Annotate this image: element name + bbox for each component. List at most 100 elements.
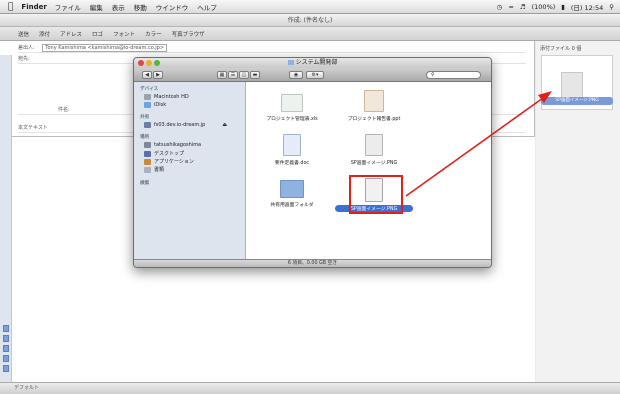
sidebar-header-places: 場所: [140, 135, 150, 140]
spotlight-icon[interactable]: ⚲: [609, 3, 614, 11]
menu-go[interactable]: 移動: [134, 2, 147, 12]
file-name: 要件定義書.doc: [274, 161, 310, 166]
sidebar-item-label: 書類: [154, 167, 165, 173]
list-view-button[interactable]: ☰: [228, 71, 238, 79]
minimize-window-icon[interactable]: [146, 60, 152, 66]
send-button[interactable]: 送信: [18, 30, 29, 38]
battery-status[interactable]: (100%): [532, 3, 556, 11]
subject-label: 件名:: [58, 107, 70, 113]
finder-title-text: システム開発部: [295, 59, 338, 66]
strip-marker: [3, 325, 9, 332]
finder-sidebar: デバイス Macintosh HD iDisk 共有 fs03.dev.io-d…: [134, 82, 246, 259]
mail-left-strip: [0, 55, 12, 382]
file-item[interactable]: プロジェクト管理表.xls: [257, 94, 327, 122]
search-icon: ⚲: [431, 72, 435, 78]
eject-icon[interactable]: ⏏: [222, 122, 227, 128]
menu-window[interactable]: ウインドウ: [156, 2, 189, 12]
action-button[interactable]: ⚙▾: [306, 71, 324, 79]
ppt-file-icon: [364, 90, 384, 112]
address-button[interactable]: アドレス: [60, 30, 82, 38]
fonts-button[interactable]: フォント: [113, 30, 135, 38]
documents-icon: [144, 166, 151, 173]
sidebar-item-label: アプリケーション: [154, 159, 194, 165]
sidebar-item-label: デスクトップ: [154, 151, 185, 157]
menu-view[interactable]: 表示: [112, 2, 125, 12]
close-window-icon[interactable]: [138, 60, 144, 66]
attached-file-icon[interactable]: [561, 72, 583, 100]
file-item[interactable]: プロジェクト報告書.ppt: [339, 90, 409, 122]
file-item[interactable]: SP画面イメージ.PNG: [339, 134, 409, 166]
sidebar-header-shared: 共有: [140, 115, 150, 120]
forward-button[interactable]: ▶: [153, 71, 163, 79]
logo-button[interactable]: ロゴ: [92, 30, 103, 38]
finder-window: システム開発部 ◀ ▶ ▦ ☰ ◫ ▬ ◉ ⚙▾ ⚲ デバイス Macintos…: [133, 57, 492, 268]
colors-button[interactable]: カラー: [145, 30, 162, 38]
strip-marker: [3, 345, 9, 352]
file-name: プロジェクト管理表.xls: [266, 117, 318, 122]
png-file-icon: [365, 134, 383, 156]
mail-statusbar: デフォルト: [0, 382, 620, 394]
from-row: 差出人: Tony Kamishima <kamishima@io-dream.…: [18, 44, 526, 53]
finder-content: プロジェクト管理表.xls プロジェクト報告書.ppt 要件定義書.doc SP…: [247, 82, 491, 259]
attach-button[interactable]: 添付: [39, 30, 50, 38]
sidebar-item-applications[interactable]: アプリケーション: [144, 158, 194, 165]
finder-title: システム開発部: [134, 58, 491, 68]
sidebar-item-idisk[interactable]: iDisk: [144, 102, 166, 108]
doc-file-icon: [283, 134, 301, 156]
wifi-icon[interactable]: ≈: [508, 3, 513, 11]
sidebar-item-server[interactable]: fs03.dev.io-dream.jp ⏏: [144, 122, 227, 128]
home-icon: [144, 142, 151, 148]
file-item[interactable]: 要件定義書.doc: [257, 134, 327, 166]
sidebar-item-documents[interactable]: 書類: [144, 166, 164, 173]
finder-statusbar: 6 項目、0.00 GB 空き: [134, 259, 491, 267]
highlight-box: [349, 175, 403, 214]
photo-browser-button[interactable]: 写真ブラウザ: [172, 30, 205, 38]
body-format-label[interactable]: 本文テキスト: [18, 125, 48, 131]
sidebar-item-label: tatsushikagoshima: [154, 142, 202, 148]
column-view-button[interactable]: ◫: [239, 71, 249, 79]
desktop-icon: [144, 150, 151, 157]
from-label: 差出人:: [18, 45, 35, 51]
strip-marker: [3, 335, 9, 342]
server-icon: [144, 122, 151, 128]
sidebar-item-desktop[interactable]: デスクトップ: [144, 150, 184, 157]
volume-icon[interactable]: ♬: [520, 3, 526, 11]
sidebar-item-label: Macintosh HD: [154, 94, 189, 100]
strip-marker: [3, 355, 9, 362]
sidebar-item-home[interactable]: tatsushikagoshima: [144, 142, 201, 148]
finder-toolbar: ◀ ▶ ▦ ☰ ◫ ▬ ◉ ⚙▾ ⚲: [134, 68, 491, 82]
sidebar-item-macintosh-hd[interactable]: Macintosh HD: [144, 94, 189, 100]
to-label: 宛先:: [18, 56, 30, 62]
folder-title-icon: [287, 60, 294, 65]
folder-icon: [280, 180, 304, 198]
file-name: プロジェクト報告書.ppt: [347, 117, 401, 122]
attached-file-label[interactable]: SP画面イメージ.PNG: [541, 97, 613, 105]
apple-menu-icon[interactable]: : [8, 2, 13, 12]
icon-view-button[interactable]: ▦: [217, 71, 227, 79]
menu-edit[interactable]: 編集: [90, 2, 103, 12]
sidebar-item-label: iDisk: [154, 102, 167, 108]
menu-help[interactable]: ヘルプ: [197, 2, 217, 12]
folder-item[interactable]: 共有用画面フォルダ: [257, 180, 327, 208]
battery-icon[interactable]: ▮: [561, 3, 565, 11]
xls-file-icon: [281, 94, 303, 112]
menu-file[interactable]: ファイル: [55, 2, 81, 12]
file-name: 共有用画面フォルダ: [270, 203, 314, 208]
hard-disk-icon: [144, 94, 151, 100]
mail-toolbar: 送信 添付 アドレス ロゴ フォント カラー 写真ブラウザ: [0, 27, 620, 41]
search-input[interactable]: ⚲: [426, 71, 481, 79]
sidebar-item-label: fs03.dev.io-dream.jp: [154, 122, 206, 128]
sidebar-header-search: 検索: [140, 181, 150, 186]
from-field[interactable]: Tony Kamishima <kamishima@io-dream.co.jp…: [42, 44, 168, 52]
app-menu-finder[interactable]: Finder: [21, 3, 46, 11]
applications-icon: [144, 158, 151, 165]
timemachine-icon[interactable]: ◷: [497, 3, 503, 11]
zoom-window-icon[interactable]: [154, 60, 160, 66]
idisk-icon: [144, 102, 151, 108]
clock[interactable]: (日) 12:54: [571, 2, 603, 12]
file-name: SP画面イメージ.PNG: [350, 161, 398, 166]
quicklook-button[interactable]: ◉: [289, 71, 303, 79]
back-button[interactable]: ◀: [142, 71, 152, 79]
coverflow-view-button[interactable]: ▬: [250, 71, 260, 79]
mail-window-title: 作成: (件名なし): [0, 15, 620, 27]
